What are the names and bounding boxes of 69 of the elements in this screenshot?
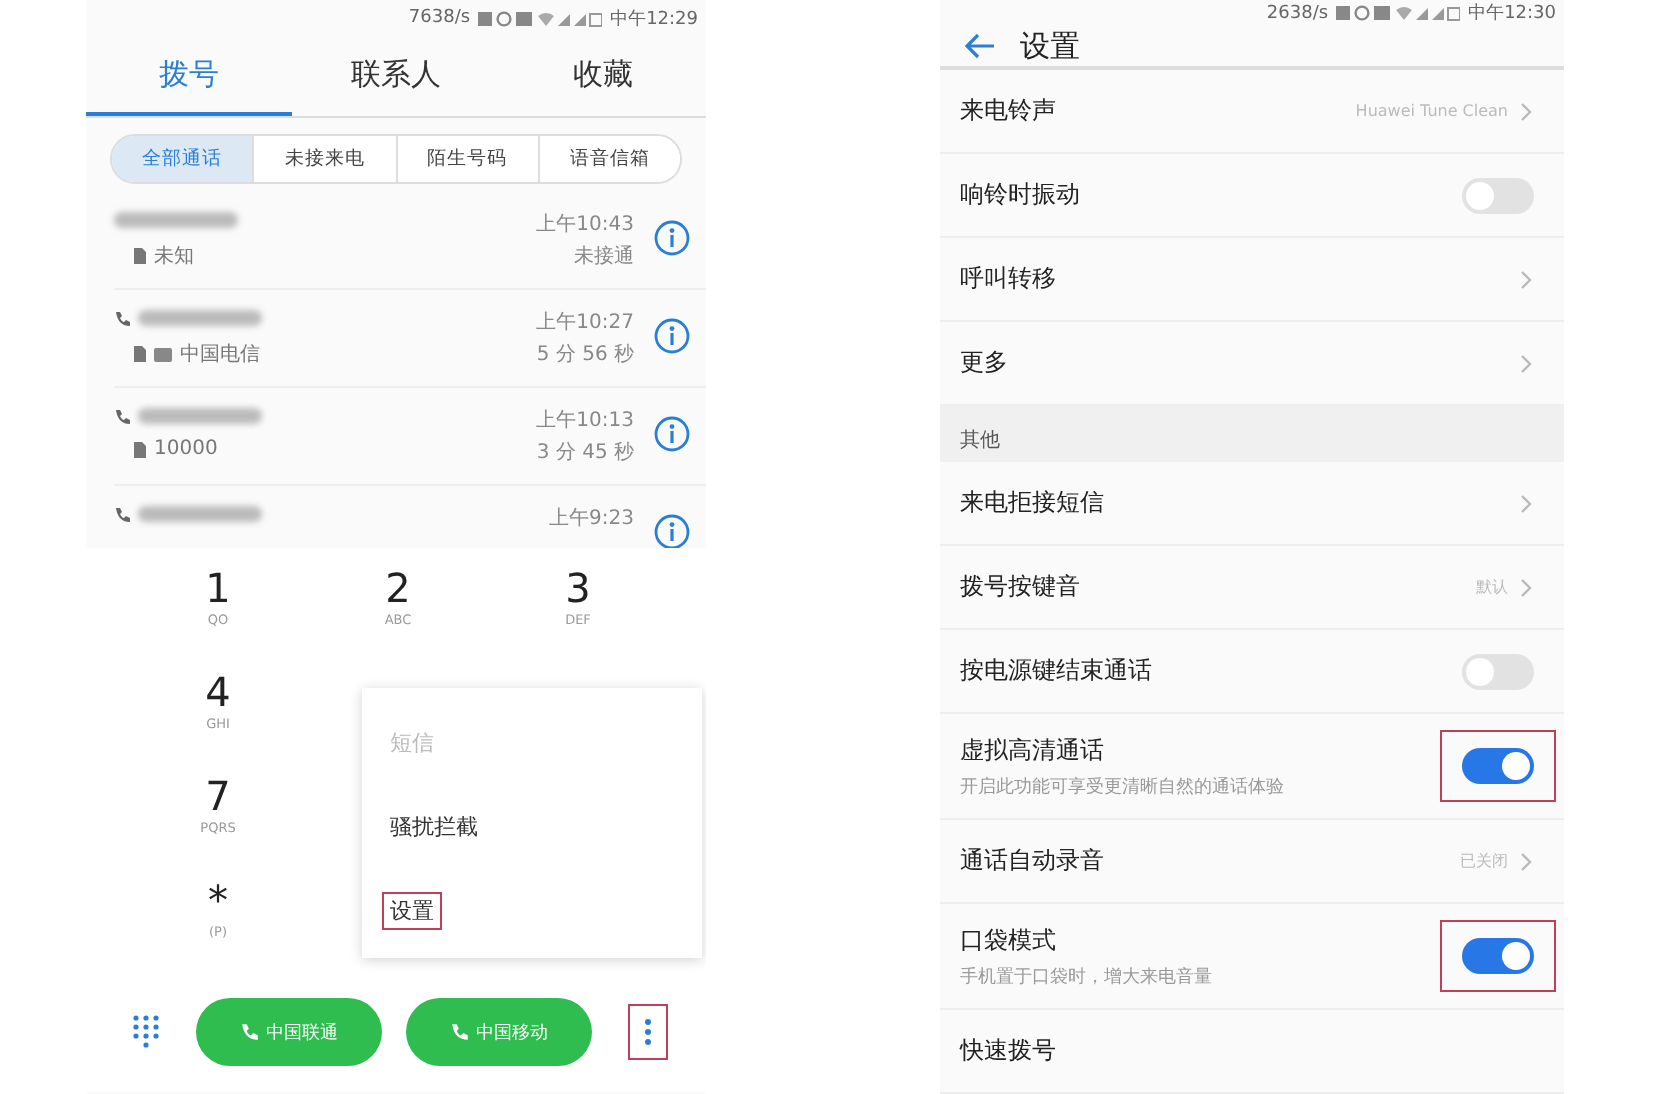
setting-label[interactable]: 更多 [960, 346, 1008, 380]
blurred-name [138, 310, 262, 326]
blurred-name [138, 506, 262, 522]
setting-value: Huawei Tune Clean [1355, 102, 1508, 120]
setting-label[interactable]: 来电铃声 [960, 94, 1056, 128]
status-icons-drawing [478, 9, 603, 27]
tab[interactable]: 拨号 [86, 36, 293, 116]
call-time: 上午9:23 [549, 505, 634, 532]
info-icon[interactable] [654, 416, 690, 452]
status-icons-drawing [1336, 4, 1461, 22]
setting-label[interactable]: 拨号按键音 [960, 570, 1080, 604]
setting-value: 已关闭 [1460, 850, 1508, 872]
menu-item[interactable]: 骚扰拦截 [382, 807, 486, 846]
call-time: 上午10:43 [536, 211, 634, 238]
tab[interactable]: 联系人 [292, 36, 500, 116]
setting-label[interactable]: 响铃时振动 [960, 178, 1080, 212]
setting-label[interactable]: 通话自动录音 [960, 844, 1104, 878]
chevron-icon [1520, 577, 1532, 597]
chevron-icon [1520, 851, 1532, 871]
filter-chip[interactable]: 未接来电 [252, 136, 395, 182]
sim-card-icon [134, 441, 146, 457]
chevron-icon [1520, 493, 1532, 513]
tab[interactable]: 收藏 [499, 36, 706, 116]
screen-title: 设置 [1020, 27, 1080, 65]
call-time: 上午10:27 [536, 309, 634, 336]
setting-description: 手机置于口袋时，增大来电音量 [960, 965, 1214, 989]
info-icon[interactable] [654, 514, 690, 548]
toggle-switch[interactable] [1462, 938, 1534, 974]
setting-label[interactable]: 虚拟高清通话 [960, 733, 1104, 767]
blurred-name [138, 408, 262, 424]
call-duration: 5 分 56 秒 [536, 341, 634, 368]
more-button[interactable] [628, 1004, 668, 1060]
toggle-switch[interactable] [1462, 748, 1534, 784]
call-duration: 未接通 [574, 243, 634, 270]
setting-description: 开启此功能可享受更清晰自然的通话体验 [960, 775, 1286, 799]
network-speed: 7638/s [408, 8, 471, 28]
phone-icon [450, 1022, 470, 1042]
setting-label[interactable]: 呼叫转移 [960, 262, 1056, 296]
toggle-switch[interactable] [1462, 177, 1534, 213]
setting-label[interactable]: 口袋模式 [960, 923, 1056, 957]
setting-label[interactable]: 按电源键结束通话 [960, 654, 1152, 688]
menu-item[interactable]: 设置 [382, 892, 442, 931]
setting-label[interactable]: 来电拒接短信 [960, 486, 1104, 520]
more-icon [644, 1018, 652, 1046]
sim-card-icon [134, 346, 146, 362]
toggle-switch[interactable] [1462, 653, 1534, 689]
call-detail: 中国电信 [180, 341, 260, 368]
call-duration: 3 分 45 秒 [536, 439, 634, 466]
blurred-name [114, 212, 238, 228]
sim-card-icon [134, 248, 146, 264]
info-icon[interactable] [654, 220, 690, 256]
clock-time: 中午12:30 [1468, 1, 1556, 26]
section-header: 其他 [940, 406, 1564, 462]
filter-chip[interactable]: 陌生号码 [395, 136, 538, 182]
back-arrow-icon[interactable] [964, 32, 996, 60]
filter-chip[interactable]: 语音信箱 [537, 136, 680, 182]
clock-time: 中午12:29 [610, 7, 698, 31]
setting-label[interactable]: 快速拨号 [960, 1034, 1056, 1068]
setting-value: 默认 [1476, 576, 1508, 598]
call-detail: 10000 [154, 438, 218, 460]
call-detail: 未知 [154, 243, 194, 270]
info-icon[interactable] [654, 318, 690, 354]
dialpad-icon[interactable] [132, 1014, 160, 1050]
network-speed: 2638/s [1266, 3, 1329, 23]
chevron-icon [1520, 101, 1532, 121]
call-time: 上午10:13 [536, 407, 634, 434]
chevron-icon [1520, 353, 1532, 373]
phone-icon [240, 1022, 260, 1042]
chevron-icon [1520, 269, 1532, 289]
